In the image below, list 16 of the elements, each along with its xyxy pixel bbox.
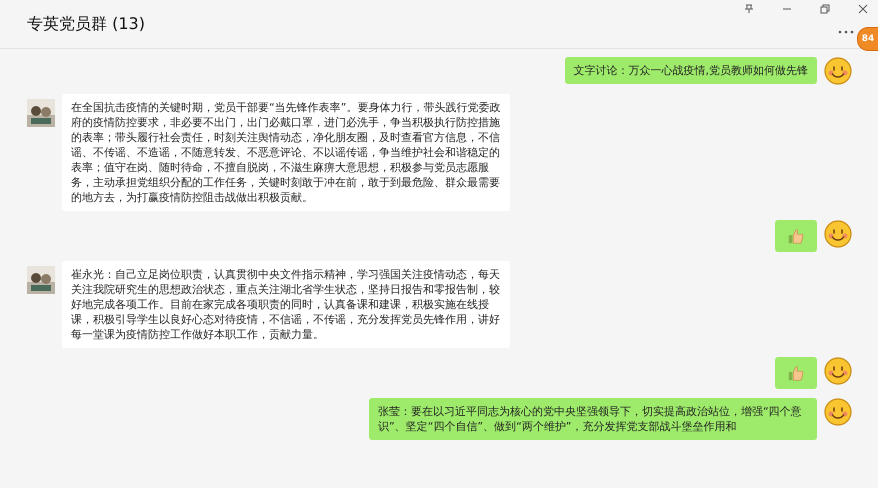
more-icon[interactable] bbox=[838, 30, 854, 34]
message-bubble: 文字讨论：万众一心战疫情,党员教师如何做先锋 bbox=[564, 57, 817, 84]
thumbs-up-icon bbox=[787, 364, 805, 382]
window-title: 专英党员群 (13) bbox=[27, 14, 145, 34]
message-bubble: 在全国抗击疫情的关键时期，党员干部要“当先锋作表率”。要身体力行，带头践行党委政府的疫情防控要求，非必要不出门，出门必戴口罩，进门必洗手，争当积极执行防控措施的表率；带头履行社会责任，时刻关注舆情动态，净化朋友圈，及时查看官方信息，不信谣、不传谣、不造谣，不随意转发、不恶意评论、不以谣传谣，争当维护社会和谐稳定的表率；值守在岗、随时待命，不擅自脱岗，不滋生麻痹大意思想，积极参与党员志愿服务，主动承担党组织分配的工作任务，关键时刻敢于冲在前，敢于到最危险、群众最需要的地方去，为打赢疫情防控阻击战做出积极贡献。 bbox=[62, 94, 510, 211]
smiley-avatar-icon bbox=[824, 357, 852, 385]
thumbs-up-icon bbox=[787, 227, 805, 245]
smiley-avatar-icon bbox=[824, 220, 852, 248]
close-icon[interactable] bbox=[858, 4, 868, 14]
unread-badge[interactable]: 84 bbox=[857, 27, 878, 51]
message-bubble: 张莹：要在以习近平同志为核心的党中央坚强领导下，切实提高政治站位，增强“四个意识”、坚定“四个自信”、做到“两个维护”，充分发挥党支部战斗堡垒作用和 bbox=[369, 398, 817, 440]
restore-icon[interactable] bbox=[820, 4, 830, 14]
smiley-avatar-icon bbox=[824, 398, 852, 426]
pin-icon[interactable] bbox=[744, 4, 754, 14]
message-bubble: 崔永光：自己立足岗位职责，认真贯彻中央文件指示精神，学习强国关注疫情动态，每天关注我院研究生的思想政治状态，重点关注湖北省学生状态，坚持日报告和零报告制，较好地完成各项工作。目前在家完成各项职责的同时，认真备课和建课，积极实施在线授课，积极引导学生以良好心态对待疫情，不信谣，不传谣，充分发挥党员先锋作用，讲好每一堂课为疫情防控工作做好本职工作，贡献力量。 bbox=[62, 261, 510, 348]
smiley-avatar-icon bbox=[824, 57, 852, 85]
